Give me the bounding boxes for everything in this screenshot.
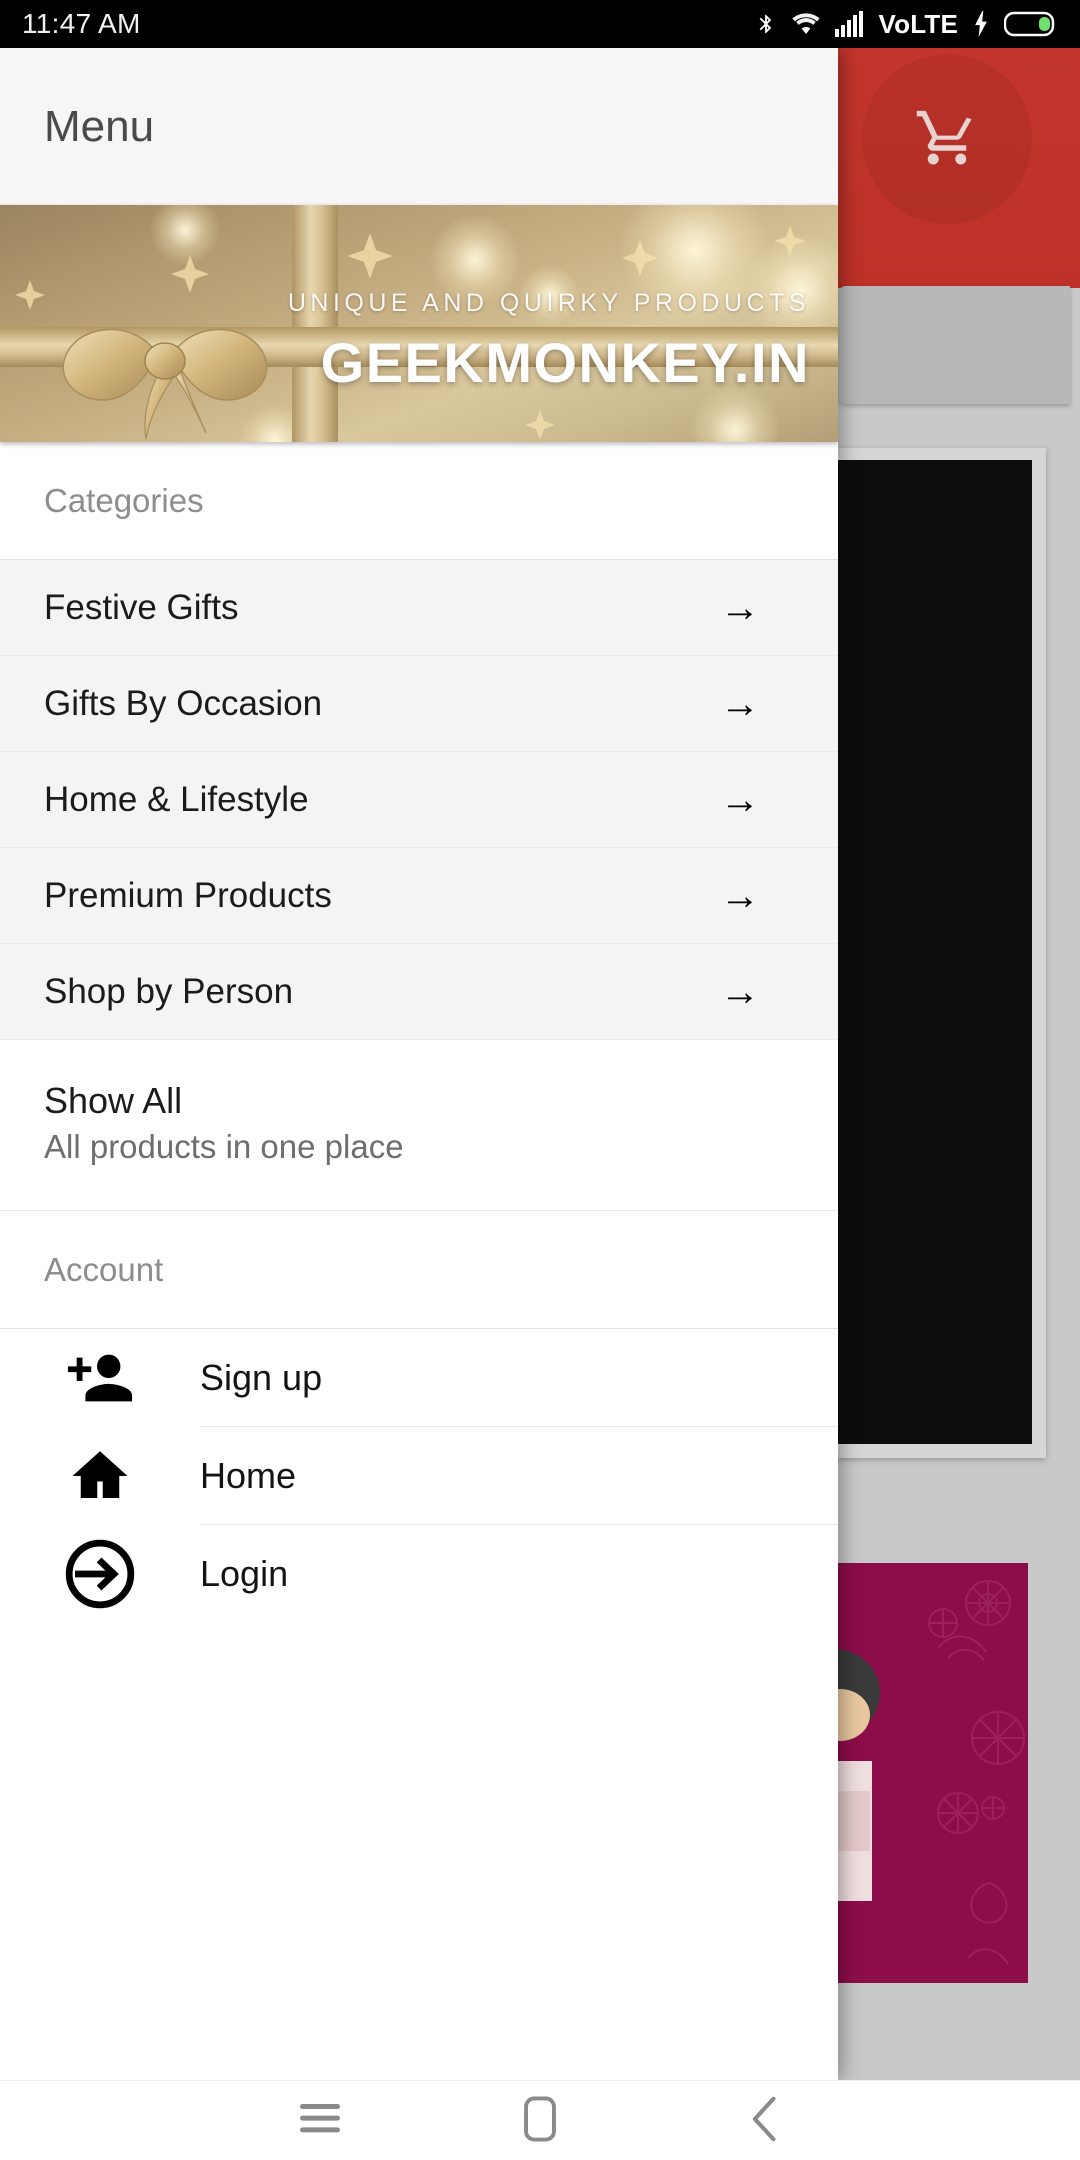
- account-row-login[interactable]: Login: [0, 1525, 838, 1623]
- categories-section-header: Categories: [0, 442, 838, 560]
- back-chevron-icon: [749, 2096, 781, 2146]
- product-image-dark: [838, 460, 1032, 1444]
- account-row-sign-up[interactable]: Sign up: [0, 1329, 838, 1427]
- home-button[interactable]: [485, 2081, 595, 2160]
- back-button[interactable]: [710, 2081, 820, 2160]
- cellular-signal-icon: [834, 11, 865, 37]
- person-illustration: [838, 1649, 880, 1901]
- chevron-right-arrow-icon: →: [720, 681, 760, 726]
- battery-icon: [1004, 10, 1058, 38]
- recents-button[interactable]: [265, 2081, 375, 2160]
- show-all-row[interactable]: Show All All products in one place: [0, 1040, 838, 1211]
- show-all-subtitle: All products in one place: [44, 1128, 404, 1165]
- account-label: Home: [200, 1454, 297, 1496]
- account-label: Login: [200, 1553, 289, 1594]
- account-section-header: Account: [0, 1211, 838, 1329]
- chevron-right-arrow-icon: →: [720, 873, 760, 918]
- account-label-wrap: Sign up: [200, 1329, 838, 1427]
- system-navigation-bar: [0, 2080, 1080, 2160]
- chevron-right-arrow-icon: →: [720, 585, 760, 630]
- account-row-home[interactable]: Home: [0, 1427, 838, 1525]
- login-icon: [0, 1537, 200, 1611]
- show-all-title: Show All: [44, 1080, 183, 1121]
- category-label: Festive Gifts: [44, 587, 239, 627]
- account-list: Sign up Home Login: [0, 1329, 838, 1623]
- chevron-right-arrow-icon: →: [720, 969, 760, 1014]
- status-bar: 11:47 AM VoLTE: [0, 0, 1080, 48]
- navigation-drawer: Menu UNIQUE AND QUIRKY PRODUCTS GEEKMONK…: [0, 48, 838, 2080]
- account-label-wrap: Login: [200, 1525, 838, 1623]
- home-icon: [0, 1443, 200, 1509]
- ribbon-vertical: [292, 205, 338, 442]
- charging-bolt-icon: [972, 10, 990, 38]
- person-add-icon: [0, 1343, 200, 1413]
- phone-screen: 11:47 AM VoLTE Menu UNIQUE AND QUIRKY PR…: [0, 0, 1080, 2160]
- drawer-header: Menu: [0, 48, 838, 205]
- category-label: Home & Lifestyle: [44, 779, 309, 819]
- drawer-banner[interactable]: UNIQUE AND QUIRKY PRODUCTS GEEKMONKEY.IN: [0, 205, 838, 442]
- chevron-right-arrow-icon: →: [720, 777, 760, 822]
- account-label-wrap: Home: [200, 1427, 838, 1525]
- category-label: Shop by Person: [44, 971, 294, 1011]
- product-card-dark[interactable]: [838, 448, 1046, 1458]
- home-square-icon: [523, 2095, 557, 2147]
- category-label: Gifts By Occasion: [44, 683, 323, 723]
- wifi-icon: [791, 11, 821, 37]
- banner-brand: GEEKMONKEY.IN: [320, 331, 810, 394]
- drawer-title: Menu: [44, 101, 155, 151]
- recents-icon: [300, 2103, 340, 2140]
- account-header-label: Account: [44, 1250, 164, 1288]
- category-row-gifts-by-occasion[interactable]: Gifts By Occasion →: [0, 656, 838, 752]
- shopping-cart-icon: [911, 104, 983, 175]
- category-row-festive-gifts[interactable]: Festive Gifts →: [0, 560, 838, 656]
- category-label: Premium Products: [44, 875, 332, 915]
- bluetooth-icon: [755, 9, 777, 39]
- cart-button[interactable]: [862, 54, 1032, 224]
- search-bar[interactable]: [838, 286, 1070, 404]
- category-row-premium-products[interactable]: Premium Products →: [0, 848, 838, 944]
- categories-list: Festive Gifts → Gifts By Occasion → Home…: [0, 560, 838, 1040]
- category-row-shop-by-person[interactable]: Shop by Person →: [0, 944, 838, 1040]
- account-label: Sign up: [200, 1356, 323, 1398]
- volte-label: VoLTE: [878, 8, 958, 39]
- categories-header-label: Categories: [44, 481, 204, 519]
- category-row-home-lifestyle[interactable]: Home & Lifestyle →: [0, 752, 838, 848]
- status-icons: VoLTE: [755, 9, 1058, 40]
- gift-bow-icon: [62, 328, 268, 440]
- status-time: 11:47 AM: [22, 8, 141, 39]
- banner-tagline: UNIQUE AND QUIRKY PRODUCTS: [287, 289, 810, 317]
- product-card-pink[interactable]: [838, 1563, 1028, 1983]
